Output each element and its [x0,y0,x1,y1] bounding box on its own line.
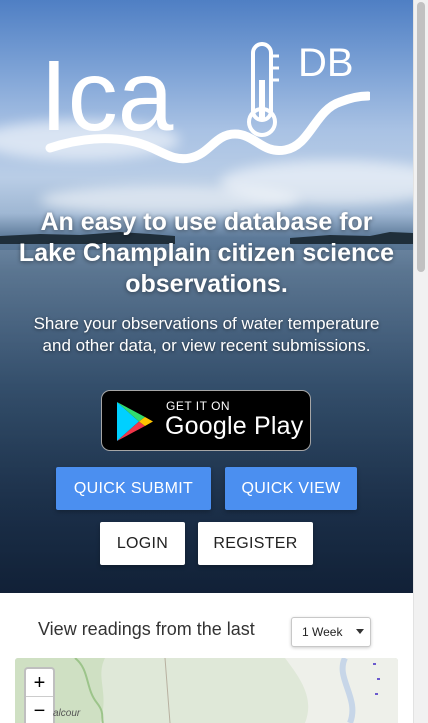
time-range-value: 1 Week [302,625,343,639]
hero-subhead: Share your observations of water tempera… [33,314,380,355]
play-badge-bottom-text: Google Play [165,412,304,440]
icaldb-logo: Ica DB [40,40,370,164]
google-play-icon [117,402,153,441]
hero-headline: An easy to use database for Lake Champla… [18,208,395,298]
zoom-in-button[interactable]: + [26,669,53,697]
google-play-badge[interactable]: GET IT ON Google Play [101,390,311,451]
svg-text:DB: DB [298,41,354,85]
hero-section: Ica DB An easy to use database for Lake … [0,0,413,593]
login-button[interactable]: LOGIN [100,522,185,565]
time-range-select[interactable]: 1 Week [291,617,371,647]
chevron-down-icon [356,629,364,634]
scrollbar[interactable] [413,0,428,723]
readings-map[interactable]: + − alcour [15,658,398,723]
quick-submit-button[interactable]: QUICK SUBMIT [56,467,211,510]
register-button[interactable]: REGISTER [198,522,313,565]
quick-view-button[interactable]: QUICK VIEW [225,467,357,510]
play-badge-top-text: GET IT ON [166,399,231,413]
page: Ica DB An easy to use database for Lake … [0,0,413,723]
thermometer-icon [247,42,279,137]
map-place-label: alcour [53,708,81,719]
scrollbar-thumb[interactable] [417,2,425,272]
zoom-out-button[interactable]: − [26,697,53,723]
readings-label: View readings from the last [38,619,255,639]
map-zoom-control: + − [24,667,55,723]
